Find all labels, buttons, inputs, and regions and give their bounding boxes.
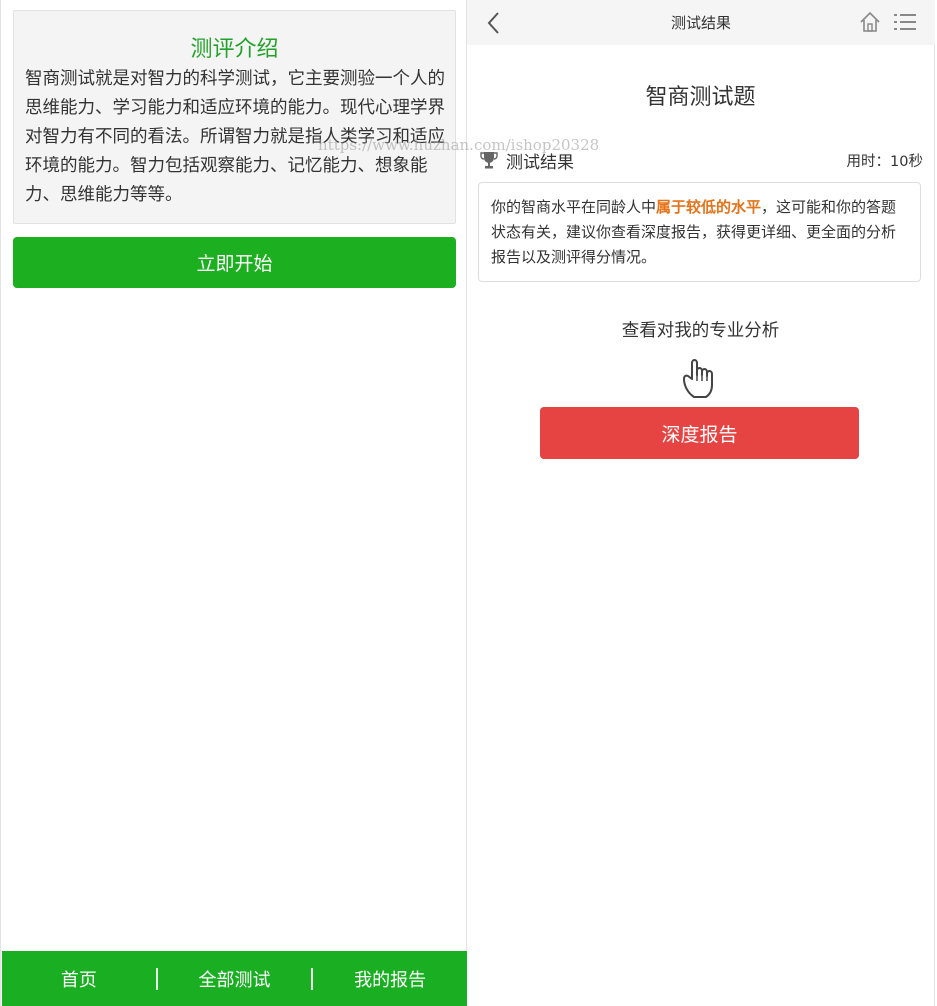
left-panel: 测评介绍 智商测试就是对智力的科学测试，它主要测验一个人的思维能力、学习能力和适… xyxy=(0,0,467,1006)
home-icon[interactable] xyxy=(859,11,881,33)
top-nav-bar: 测试结果 xyxy=(467,0,935,45)
quiz-title: 智商测试题 xyxy=(645,85,756,110)
start-button[interactable]: 立即开始 xyxy=(13,237,456,288)
intro-body: 智商测试就是对智力的科学测试，它主要测验一个人的思维能力、学习能力和适应环境的能… xyxy=(25,69,445,205)
bottom-tab-bar: 首页 全部测试 我的报告 xyxy=(2,951,467,1006)
time-used: 用时：10秒 xyxy=(846,154,923,170)
tab-home[interactable]: 首页 xyxy=(2,966,156,992)
deep-report-button[interactable]: 深度报告 xyxy=(540,407,859,459)
tab-all-tests[interactable]: 全部测试 xyxy=(158,966,312,992)
result-label: 测试结果 xyxy=(506,153,574,173)
result-level-highlight: 属于较低的水平 xyxy=(656,198,762,216)
intro-title: 测评介绍 xyxy=(190,37,279,62)
pointing-hand-icon xyxy=(680,355,720,401)
analysis-prompt: 查看对我的专业分析 xyxy=(621,321,780,341)
list-menu-icon[interactable] xyxy=(894,13,916,31)
trophy-icon xyxy=(479,150,499,170)
result-description: 你的智商水平在同龄人中属于较低的水平，这可能和你的答题状态有关，建议你查看深度报… xyxy=(478,182,921,282)
tab-my-reports[interactable]: 我的报告 xyxy=(313,966,467,992)
result-header: 测试结果 用时：10秒 xyxy=(479,150,923,174)
right-panel: 测试结果 智商测试题 测试结果 用时：10秒 你的智商水平在同龄人中属于较低的水… xyxy=(467,0,935,1006)
result-text-before: 你的智商水平在同龄人中 xyxy=(491,198,657,216)
intro-card: 测评介绍 智商测试就是对智力的科学测试，它主要测验一个人的思维能力、学习能力和适… xyxy=(13,10,456,224)
